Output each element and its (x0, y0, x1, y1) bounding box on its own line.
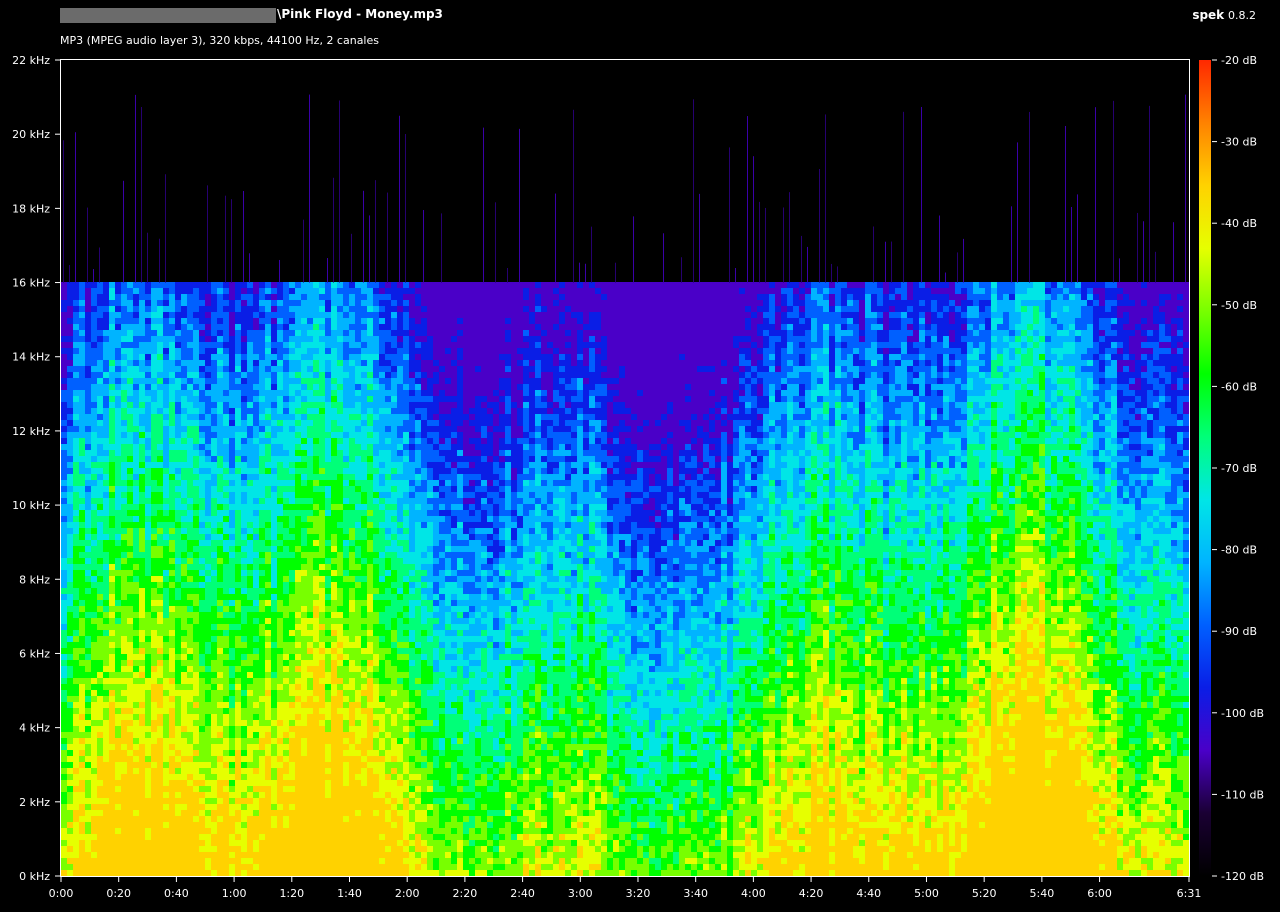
y-tick-label: 10 kHz (12, 499, 50, 512)
y-tick-label: 14 kHz (12, 351, 50, 364)
x-tick-label: 3:00 (568, 887, 593, 900)
colorbar-tick-label: -30 dB (1221, 136, 1257, 149)
x-tick-label: 5:00 (914, 887, 939, 900)
colorbar-tick-label: -120 dB (1221, 870, 1264, 883)
colorbar-tick-label: -50 dB (1221, 299, 1257, 312)
x-tick-label: 5:40 (1030, 887, 1055, 900)
y-tick-label: 12 kHz (12, 425, 50, 438)
x-tick-label: 0:40 (164, 887, 189, 900)
y-tick-label: 18 kHz (12, 202, 50, 215)
x-tick-label: 4:40 (856, 887, 881, 900)
x-tick-label: 2:20 (453, 887, 478, 900)
spectrogram-chart: 0 kHz 2 kHz 4 kHz 6 kHz 8 kHz 10 kHz 12 kHz 14 … (0, 0, 1280, 912)
y-tick-label: 16 kHz (12, 277, 50, 290)
colorbar-tick-label: -100 dB (1221, 707, 1264, 720)
x-tick-label: 1:20 (279, 887, 304, 900)
y-tick-label: 20 kHz (12, 128, 50, 141)
x-tick-label: 2:40 (510, 887, 535, 900)
x-tick-label: 1:00 (222, 887, 247, 900)
y-tick-label: 4 kHz (19, 722, 50, 735)
colorbar-tick-label: -70 dB (1221, 462, 1257, 475)
x-tick-label: 5:20 (972, 887, 997, 900)
x-tick-label: 1:40 (337, 887, 362, 900)
y-tick-label: 6 kHz (19, 647, 50, 660)
colorbar-tick-label: -90 dB (1221, 625, 1257, 638)
colorbar-tick-label: -110 dB (1221, 788, 1264, 801)
y-tick-label: 22 kHz (12, 54, 50, 67)
colorbar-tick-label: -80 dB (1221, 544, 1257, 557)
y-tick-label: 2 kHz (19, 796, 50, 809)
x-tick-label: 2:00 (395, 887, 420, 900)
y-axis: 0 kHz 2 kHz 4 kHz 6 kHz 8 kHz 10 kHz 12 kHz 14 … (12, 54, 60, 883)
y-tick-label: 0 kHz (19, 870, 50, 883)
x-tick-label: 0:00 (49, 887, 74, 900)
y-tick-label: 8 kHz (19, 573, 50, 586)
colorbar-tick-label: -20 dB (1221, 54, 1257, 67)
x-tick-label: 4:20 (799, 887, 824, 900)
x-tick-label: 6:31 (1177, 887, 1202, 900)
x-tick-label: 0:20 (106, 887, 131, 900)
spectrogram-area (61, 60, 1189, 876)
colorbar-tick-label: -60 dB (1221, 380, 1257, 393)
x-tick-label: 6:00 (1087, 887, 1112, 900)
x-tick-label: 3:40 (683, 887, 708, 900)
colorbar-tick-label: -40 dB (1221, 217, 1257, 230)
x-tick-label: 3:20 (626, 887, 651, 900)
colorbar-gradient (1199, 60, 1211, 876)
x-tick-label: 4:00 (741, 887, 766, 900)
x-axis: 0:00 0:20 0:40 1:00 1:20 1:40 2:00 2:20 2:40 3:00… (49, 877, 1202, 900)
colorbar: -20 dB -30 dB -40 dB -50 dB -60 dB -70 dB -80 … (1199, 54, 1264, 883)
